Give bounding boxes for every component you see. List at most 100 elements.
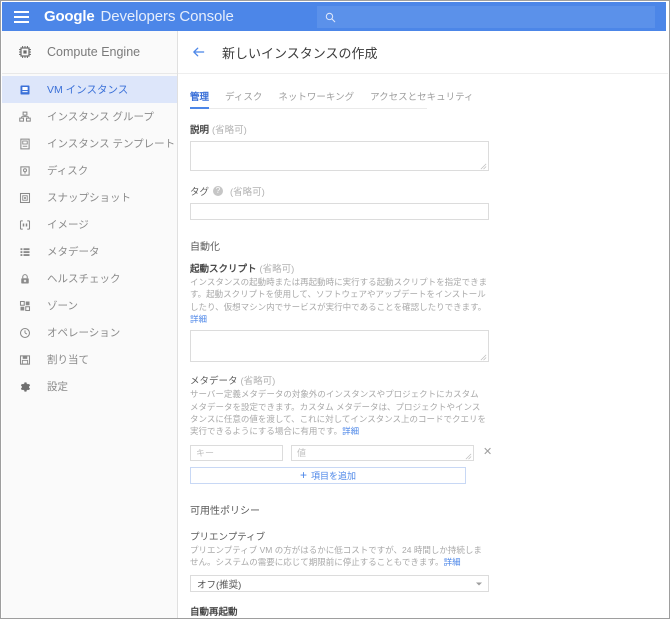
create-instance-form: 管理 ディスク ネットワーキング アクセスとセキュリティ 説明 (省略可) タグ xyxy=(178,82,668,617)
sidebar-item-instance-templates[interactable]: インスタンス テンプレート xyxy=(2,130,177,157)
metadata-value-wrap xyxy=(291,444,474,461)
quota-icon xyxy=(10,354,40,366)
sidebar-item-vm-instances[interactable]: VM インスタンス xyxy=(2,76,177,103)
tags-input[interactable] xyxy=(190,203,489,220)
sidebar-item-label: イメージ xyxy=(47,219,89,231)
tab-networking[interactable]: ネットワーキング xyxy=(278,89,354,108)
sidebar-item-zones[interactable]: ゾーン xyxy=(2,292,177,319)
chip-icon xyxy=(10,44,40,60)
add-item-button[interactable]: + 項目を追加 xyxy=(190,466,466,484)
instance-template-icon xyxy=(10,138,40,150)
image-icon xyxy=(10,219,40,231)
tab-bar: 管理 ディスク ネットワーキング アクセスとセキュリティ xyxy=(190,82,474,109)
startup-script-description-text: インスタンスの起動時または再起動時に実行する起動スクリプトを指定できます。起動ス… xyxy=(190,277,488,312)
hamburger-menu-icon[interactable] xyxy=(6,2,36,31)
metadata-description: サーバー定義メタデータの対象外のインスタンスやプロジェクトにカスタム メタデータ… xyxy=(190,388,488,437)
description-label-row: 説明 (省略可) xyxy=(190,122,668,136)
close-icon[interactable]: ✕ xyxy=(483,447,492,458)
sidebar-item-label: スナップショット xyxy=(47,192,131,204)
preemptible-description-text: プリエンプティブ VM の方がはるかに低コストですが、24 時間しか持続しません… xyxy=(190,544,482,567)
snapshot-icon xyxy=(10,192,40,204)
help-circle-icon[interactable]: ? xyxy=(213,186,224,196)
health-check-icon xyxy=(10,273,40,285)
sidebar-item-label: メタデータ xyxy=(47,246,100,258)
sidebar-product-title: Compute Engine xyxy=(47,45,141,59)
sidebar-item-label: 設定 xyxy=(47,381,68,393)
preemptible-description: プリエンプティブ VM の方がはるかに低コストですが、24 時間しか持続しません… xyxy=(190,544,488,569)
description-textarea[interactable] xyxy=(190,141,489,171)
availability-policy-section-title: 可用性ポリシー xyxy=(190,505,260,517)
brand-logo[interactable]: Google Developers Console xyxy=(44,8,234,25)
preemptible-selected-value: オフ(推奨) xyxy=(197,579,242,591)
metadata-label-row: メタデータ (省略可) xyxy=(190,373,668,387)
sidebar-item-instance-groups[interactable]: インスタンス グループ xyxy=(2,103,177,130)
description-field-wrap xyxy=(190,141,489,171)
tags-label: タグ xyxy=(190,187,210,198)
back-arrow-icon[interactable] xyxy=(190,46,208,58)
search-icon xyxy=(325,12,345,23)
plus-icon: + xyxy=(299,467,307,482)
sidebar-product-header: Compute Engine xyxy=(2,31,177,74)
operations-icon xyxy=(10,327,40,339)
sidebar-item-label: オペレーション xyxy=(47,327,121,339)
page-header: 新しいインスタンスの作成 xyxy=(178,31,668,74)
gear-icon xyxy=(10,381,40,393)
startup-script-learn-more-link[interactable]: 詳細 xyxy=(190,314,207,324)
sidebar-item-label: 割り当て xyxy=(47,354,89,366)
preemptible-label: プリエンプティブ xyxy=(190,531,266,543)
top-header-bar: Google Developers Console xyxy=(2,2,666,31)
add-item-button-label: 項目を追加 xyxy=(311,470,357,481)
brand-console-text: Developers Console xyxy=(100,8,234,25)
startup-script-optional: (省略可) xyxy=(259,264,295,275)
description-label: 説明 xyxy=(190,125,210,136)
sidebar-item-settings[interactable]: 設定 xyxy=(2,373,177,400)
preemptible-learn-more-link[interactable]: 詳細 xyxy=(444,557,461,567)
sidebar-item-operations[interactable]: オペレーション xyxy=(2,319,177,346)
zone-icon xyxy=(10,300,40,312)
automation-section-title: 自動化 xyxy=(190,242,220,253)
startup-script-label: 起動スクリプト xyxy=(190,264,257,275)
startup-script-label-row: 起動スクリプト (省略可) xyxy=(190,261,668,275)
tab-access-security[interactable]: アクセスとセキュリティ xyxy=(370,89,473,108)
brand-google-text: Google xyxy=(44,8,95,25)
metadata-description-text: サーバー定義メタデータの対象外のインスタンスやプロジェクトにカスタム メタデータ… xyxy=(190,389,487,437)
metadata-value-input[interactable] xyxy=(291,444,474,461)
sidebar-item-disks[interactable]: ディスク xyxy=(2,157,177,184)
sidebar-item-quotas[interactable]: 割り当て xyxy=(2,346,177,373)
tags-optional: (省略可) xyxy=(230,187,265,198)
sidebar-item-label: ゾーン xyxy=(47,300,78,312)
tags-label-row: タグ ? (省略可) xyxy=(190,184,668,198)
sidebar-item-snapshots[interactable]: スナップショット xyxy=(2,184,177,211)
startup-script-description: インスタンスの起動時または再起動時に実行する起動スクリプトを指定できます。起動ス… xyxy=(190,276,488,325)
tab-management[interactable]: 管理 xyxy=(190,89,210,109)
preemptible-select-wrap: オフ(推奨) xyxy=(190,575,489,593)
metadata-learn-more-link[interactable]: 詳細 xyxy=(342,426,359,436)
preemptible-select[interactable]: オフ(推奨) xyxy=(190,575,489,593)
sidebar-item-images[interactable]: イメージ xyxy=(2,211,177,238)
metadata-key-input[interactable] xyxy=(190,444,283,461)
disk-icon xyxy=(10,165,40,177)
startup-script-textarea[interactable] xyxy=(190,330,489,363)
sidebar-item-label: インスタンス テンプレート xyxy=(47,138,176,150)
metadata-label: メタデータ xyxy=(190,376,238,388)
console-window: Google Developers Console Compute Engine… xyxy=(0,0,670,619)
sidebar: Compute Engine VM インスタンス インスタンス グループ インス… xyxy=(2,31,178,618)
sidebar-item-health-checks[interactable]: ヘルスチェック xyxy=(2,265,177,292)
metadata-icon xyxy=(10,246,40,258)
automatic-restart-label: 自動再起動 xyxy=(190,607,238,617)
metadata-optional: (省略可) xyxy=(240,376,276,388)
tab-disks[interactable]: ディスク xyxy=(225,89,262,108)
search-bar[interactable] xyxy=(317,6,655,28)
search-input[interactable] xyxy=(345,7,655,27)
sidebar-item-label: VM インスタンス xyxy=(47,84,129,96)
metadata-row: ✕ xyxy=(190,444,668,461)
main-content: 新しいインスタンスの作成 管理 ディスク ネットワーキング アクセスとセキュリテ… xyxy=(178,31,668,617)
instance-group-icon xyxy=(10,111,40,123)
startup-script-field-wrap xyxy=(190,330,489,363)
sidebar-item-label: ヘルスチェック xyxy=(47,273,121,285)
description-optional: (省略可) xyxy=(212,125,247,136)
page-title: 新しいインスタンスの作成 xyxy=(222,45,378,61)
vm-instance-icon xyxy=(10,84,40,96)
sidebar-item-metadata[interactable]: メタデータ xyxy=(2,238,177,265)
sidebar-item-label: インスタンス グループ xyxy=(47,111,154,123)
